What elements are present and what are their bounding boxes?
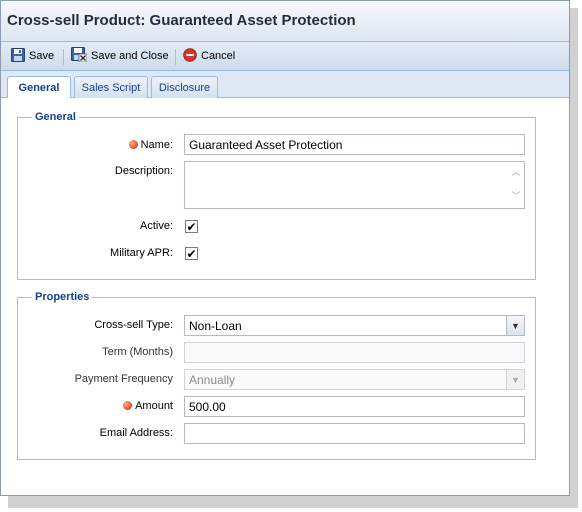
name-field[interactable]: Guaranteed Asset Protection [184, 134, 525, 155]
chevron-down-icon[interactable]: ▼ [506, 370, 524, 389]
toolbar-separator [63, 49, 64, 65]
tab-disclosure[interactable]: Disclosure [151, 76, 218, 98]
save-button[interactable]: Save [11, 47, 54, 65]
term-field[interactable] [184, 342, 525, 363]
cross-sell-type-select[interactable]: Non-Loan ▼ [184, 315, 525, 336]
email-address-label: Email Address: [99, 427, 173, 439]
email-address-field[interactable] [184, 423, 525, 444]
dialog-window: Cross-sell Product: Guaranteed Asset Pro… [0, 0, 570, 496]
name-label-text: Name: [140, 139, 173, 151]
payment-frequency-label: Payment Frequency [74, 373, 173, 385]
checkmark-icon: ✔ [186, 246, 197, 261]
required-icon [123, 401, 133, 410]
tab-strip: General Sales Script Disclosure [1, 71, 569, 99]
name-label: Name: [61, 139, 173, 151]
cancel-label: Cancel [201, 50, 236, 62]
floppy-disk-icon [11, 47, 25, 65]
payment-frequency-value: Annually [189, 373, 236, 387]
cross-sell-type-value: Non-Loan [189, 319, 242, 333]
scroll-up-icon[interactable]: ︿ [511, 168, 521, 177]
scroll-down-icon[interactable]: ﹀ [511, 192, 521, 201]
military-apr-checkbox[interactable]: ✔ [185, 247, 198, 260]
chevron-down-icon[interactable]: ▼ [506, 316, 524, 335]
toolbar: Save Save and Close Cancel [1, 41, 569, 71]
toolbar-separator [175, 49, 176, 65]
amount-label-text: Amount [135, 400, 173, 412]
amount-label: Amount [41, 400, 173, 412]
general-legend: General [35, 111, 76, 123]
description-field[interactable]: ︿ ﹀ [184, 161, 525, 209]
general-tab-panel: General Name: Guaranteed Asset Protectio… [1, 98, 569, 495]
active-label: Active: [139, 220, 173, 232]
tab-sales-script[interactable]: Sales Script [74, 76, 148, 98]
military-apr-label: Military APR: [110, 247, 173, 259]
cancel-button[interactable]: Cancel [183, 47, 235, 65]
description-label: Description: [114, 165, 173, 177]
save-and-close-label: Save and Close [91, 50, 169, 62]
checkmark-icon: ✔ [186, 219, 197, 234]
cross-sell-type-label: Cross-sell Type: [94, 319, 173, 331]
required-icon [128, 140, 138, 149]
cancel-icon [183, 47, 197, 65]
window-title: Cross-sell Product: Guaranteed Asset Pro… [7, 12, 356, 29]
payment-frequency-select[interactable]: Annually ▼ [184, 369, 525, 390]
term-label: Term (Months) [102, 346, 173, 358]
amount-field[interactable]: 500.00 [184, 396, 525, 417]
save-and-close-button[interactable]: Save and Close [71, 47, 169, 65]
active-checkbox[interactable]: ✔ [185, 220, 198, 233]
save-label: Save [29, 50, 55, 62]
tab-general[interactable]: General [7, 76, 71, 99]
save-close-icon [71, 47, 88, 65]
properties-legend: Properties [35, 291, 90, 303]
title-bar: Cross-sell Product: Guaranteed Asset Pro… [1, 1, 569, 41]
